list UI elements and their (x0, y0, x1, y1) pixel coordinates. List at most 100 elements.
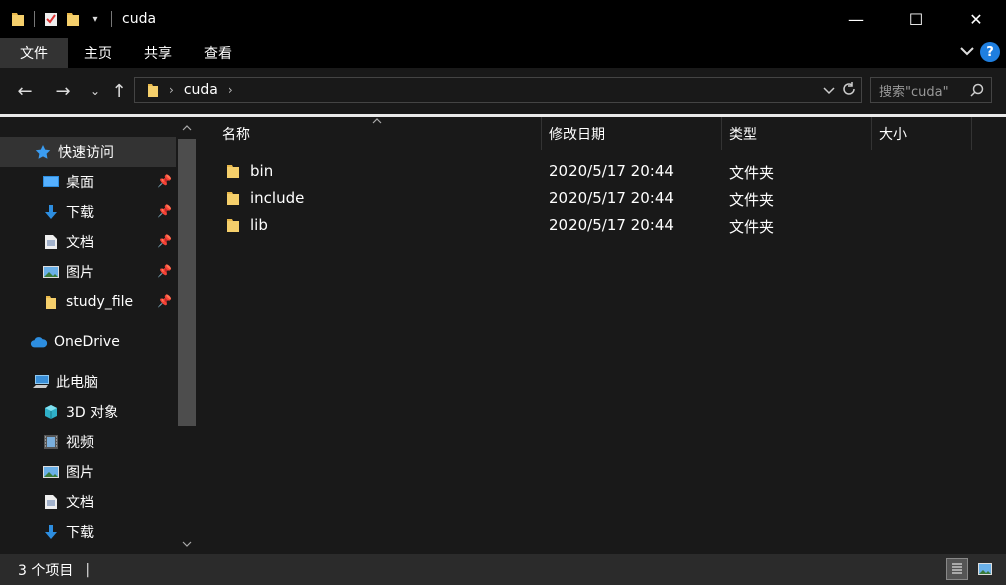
sidebar-item-downloads[interactable]: 下载 📌 (0, 197, 176, 227)
sidebar-item-label: 3D 对象 (66, 405, 119, 421)
column-header-modified[interactable]: 修改日期 (549, 117, 605, 150)
sidebar-item-this-pc[interactable]: 此电脑 (0, 367, 176, 397)
properties-icon[interactable] (43, 11, 59, 27)
column-header-name[interactable]: 名称 (222, 117, 250, 150)
sidebar-item-label: 图片 (66, 265, 94, 281)
sidebar-item-label: 此电脑 (56, 375, 98, 391)
sidebar-item-documents[interactable]: 文档 📌 (0, 227, 176, 257)
tab-view[interactable]: 查看 (188, 38, 248, 68)
scrollbar-thumb[interactable] (178, 139, 196, 426)
sidebar-item-label: 视频 (66, 435, 94, 451)
folder-icon (226, 163, 242, 179)
up-button[interactable]: ↑ (108, 80, 130, 102)
sidebar-item-pictures-pc[interactable]: 图片 (0, 457, 176, 487)
cloud-icon (30, 333, 48, 351)
sidebar-item-study-file[interactable]: study_file 📌 (0, 287, 176, 317)
document-icon (42, 233, 60, 251)
tab-share[interactable]: 共享 (128, 38, 188, 68)
star-icon (34, 143, 52, 161)
ribbon-tabs: 文件 主页 共享 查看 ? (0, 38, 1006, 68)
customize-toolbar-icon[interactable]: ▾ (87, 11, 103, 27)
address-dropdown-icon[interactable] (823, 83, 835, 99)
sidebar-scrollbar[interactable] (176, 117, 198, 554)
item-count: 3 个项目 (18, 562, 74, 579)
scroll-up-icon[interactable] (176, 120, 198, 136)
column-header-type[interactable]: 类型 (729, 117, 757, 150)
window-title: cuda (122, 11, 157, 27)
folder-icon (226, 190, 242, 206)
table-row[interactable]: lib 2020/5/17 20:44 文件夹 (218, 212, 978, 239)
column-divider[interactable] (971, 117, 972, 150)
sidebar-item-videos[interactable]: 视频 (0, 427, 176, 457)
search-icon[interactable] (969, 82, 985, 102)
computer-icon (32, 373, 50, 391)
close-button[interactable]: ✕ (946, 0, 1006, 38)
help-icon[interactable]: ? (980, 42, 1000, 62)
column-divider[interactable] (721, 117, 722, 150)
back-button[interactable]: ← (14, 80, 36, 102)
sidebar-item-label: 快速访问 (58, 145, 114, 161)
sidebar-item-label: 文档 (66, 235, 94, 251)
breadcrumb-separator-icon[interactable]: › (228, 83, 233, 97)
folder-icon (42, 293, 60, 311)
file-modified: 2020/5/17 20:44 (549, 162, 674, 180)
sidebar-item-onedrive[interactable]: OneDrive (0, 327, 176, 357)
quick-access-toolbar: ▾ cuda (0, 0, 156, 38)
scroll-down-icon[interactable] (176, 536, 198, 552)
sidebar-item-label: 文档 (66, 495, 94, 511)
maximize-button[interactable]: ☐ (886, 0, 946, 38)
tab-home[interactable]: 主页 (68, 38, 128, 68)
new-folder-icon[interactable] (65, 11, 81, 27)
sidebar-item-quick-access[interactable]: 快速访问 (0, 137, 176, 167)
column-divider[interactable] (541, 117, 542, 150)
sidebar-item-3d-objects[interactable]: 3D 对象 (0, 397, 176, 427)
file-name: bin (250, 162, 274, 180)
sidebar-item-label: OneDrive (54, 334, 120, 350)
column-header-size[interactable]: 大小 (879, 117, 907, 150)
desktop-icon (42, 173, 60, 191)
sidebar-item-label: 桌面 (66, 175, 94, 191)
file-name: lib (250, 216, 268, 234)
file-type: 文件夹 (729, 191, 775, 209)
sidebar-item-label: study_file (66, 294, 134, 310)
table-row[interactable]: bin 2020/5/17 20:44 文件夹 (218, 158, 978, 185)
folder-icon (10, 11, 26, 27)
pin-icon: 📌 (157, 294, 172, 308)
sidebar-item-downloads-pc[interactable]: 下载 (0, 517, 176, 547)
navigation-bar: ← → ⌄ ↑ › cuda › 搜索"cuda" (0, 68, 1006, 114)
file-type: 文件夹 (729, 164, 775, 182)
breadcrumb-separator-icon[interactable]: › (169, 83, 174, 97)
sidebar-item-label: 图片 (66, 465, 94, 481)
large-icons-view-button[interactable] (974, 558, 996, 580)
pictures-icon (42, 263, 60, 281)
3d-objects-icon (42, 403, 60, 421)
divider (111, 11, 112, 27)
minimize-button[interactable]: — (826, 0, 886, 38)
file-modified: 2020/5/17 20:44 (549, 189, 674, 207)
refresh-icon[interactable] (841, 81, 857, 101)
sidebar-item-desktop[interactable]: 桌面 📌 (0, 167, 176, 197)
sidebar-item-documents-pc[interactable]: 文档 (0, 487, 176, 517)
breadcrumb-cuda[interactable]: cuda (184, 82, 218, 98)
pin-icon: 📌 (157, 234, 172, 248)
download-icon (42, 523, 60, 541)
pin-icon: 📌 (157, 174, 172, 188)
file-type: 文件夹 (729, 218, 775, 236)
sidebar-item-label: 下载 (66, 525, 94, 541)
sort-ascending-icon (372, 117, 382, 128)
recent-locations-button[interactable]: ⌄ (84, 80, 106, 102)
details-view-button[interactable] (946, 558, 968, 580)
pin-icon: 📌 (157, 264, 172, 278)
expand-ribbon-icon[interactable] (960, 44, 974, 60)
search-input[interactable]: 搜索"cuda" (870, 77, 992, 103)
search-placeholder: 搜索"cuda" (879, 84, 949, 100)
forward-button[interactable]: → (52, 80, 74, 102)
title-bar: ▾ cuda — ☐ ✕ (0, 0, 1006, 38)
table-row[interactable]: include 2020/5/17 20:44 文件夹 (218, 185, 978, 212)
sidebar-item-pictures[interactable]: 图片 📌 (0, 257, 176, 287)
navigation-pane: 快速访问 桌面 📌 下载 📌 文档 📌 图片 📌 study_file 📌 On… (0, 117, 198, 554)
pictures-icon (42, 463, 60, 481)
tab-file[interactable]: 文件 (0, 38, 68, 68)
column-divider[interactable] (871, 117, 872, 150)
address-bar[interactable]: › cuda › (134, 77, 862, 103)
